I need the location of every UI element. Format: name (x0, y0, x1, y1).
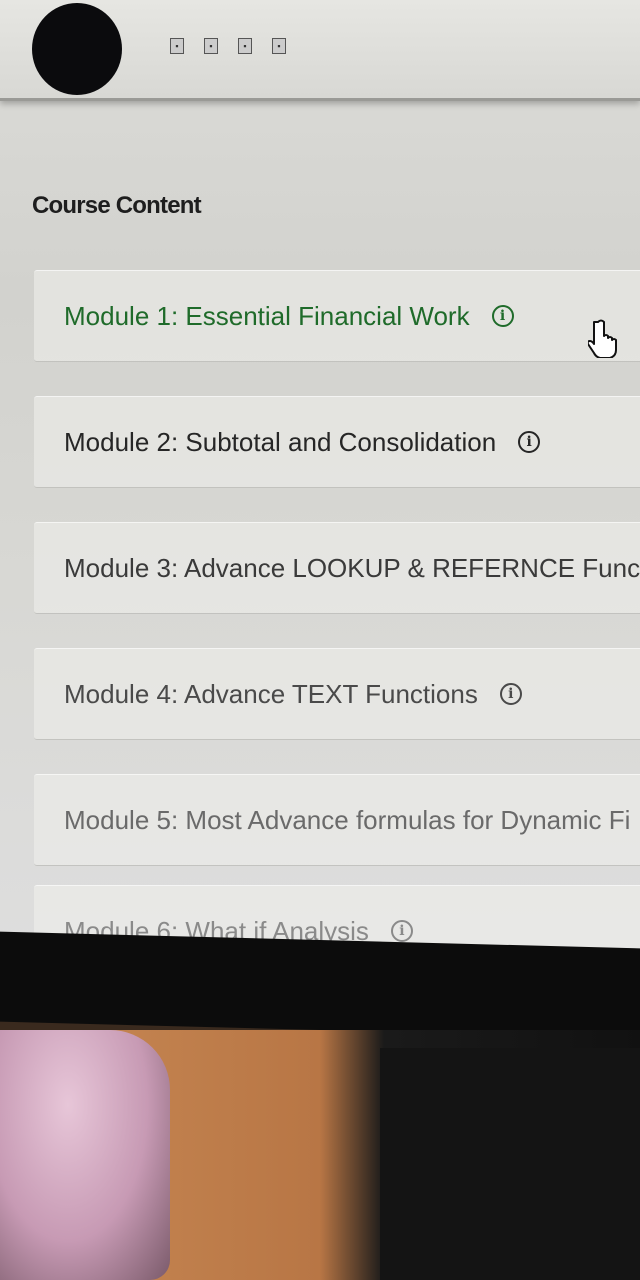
hand-cursor-icon (588, 319, 617, 358)
module-label: Module 5: Most Advance formulas for Dyna… (64, 804, 631, 835)
module-1-item[interactable]: Module 1: Essential Financial Work i (34, 270, 640, 362)
square-icon: ▪ (238, 38, 252, 54)
header-icons: ▪ ▪ ▪ ▪ (170, 38, 286, 54)
monitor-bezel (0, 931, 640, 1039)
cup-object (0, 1030, 170, 1280)
dark-object (380, 1048, 640, 1280)
module-label: Module 3: Advance LOOKUP & REFERNCE Func… (64, 552, 640, 583)
info-icon[interactable]: i (491, 305, 514, 327)
module-3-item[interactable]: Module 3: Advance LOOKUP & REFERNCE Func… (34, 522, 640, 614)
module-label: Module 1: Essential Financial Work (64, 300, 470, 331)
info-icon[interactable]: i (518, 431, 541, 453)
module-5-item[interactable]: Module 5: Most Advance formulas for Dyna… (34, 774, 640, 866)
module-4-item[interactable]: Module 4: Advance TEXT Functions i (34, 648, 640, 740)
info-icon[interactable]: i (499, 683, 522, 705)
square-icon: ▪ (204, 38, 218, 54)
monitor-screen: ▪ ▪ ▪ ▪ Course Content Module 1: Essenti… (0, 0, 640, 975)
module-label: Module 4: Advance TEXT Functions (64, 678, 478, 709)
avatar[interactable] (32, 3, 122, 95)
info-icon[interactable]: i (390, 920, 413, 942)
course-content-heading: Course Content (32, 192, 202, 219)
top-bar: ▪ ▪ ▪ ▪ (0, 0, 640, 101)
module-label: Module 2: Subtotal and Consolidation (64, 426, 497, 457)
square-icon: ▪ (170, 38, 184, 54)
module-2-item[interactable]: Module 2: Subtotal and Consolidation i (34, 396, 640, 488)
square-icon: ▪ (272, 38, 286, 54)
